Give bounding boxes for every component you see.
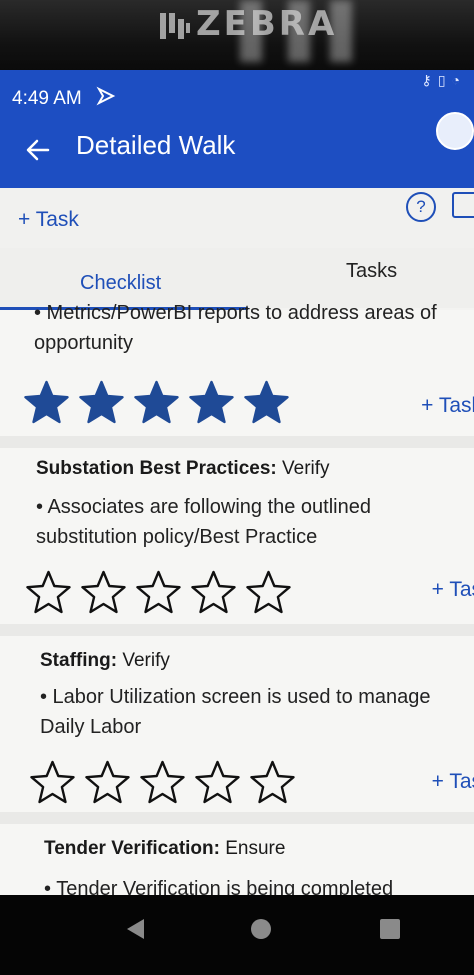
brand-name: ZEBRA [196,4,338,44]
checklist-content: + Task ? Checklist Tasks • Metrics/Power… [0,188,474,900]
page-title: Detailed Walk [76,130,236,160]
status-icons: ⚷▯◔ [422,72,466,89]
item-title: Staffing: Verify [40,650,170,672]
system-nav-bar [0,895,474,975]
add-task-link[interactable]: + Task [421,394,474,418]
nav-back-icon[interactable] [124,917,146,941]
item-description: • Associates are following the outlined … [36,496,371,548]
star-filled-icon[interactable] [134,380,179,425]
add-task-link[interactable]: + Tas [432,578,474,602]
star-outline-icon[interactable] [81,570,126,615]
divider [0,436,474,448]
star-outline-icon[interactable] [140,760,185,805]
star-filled-icon[interactable] [79,380,124,425]
help-icon[interactable]: ? [406,192,436,222]
item-title: Tender Verification: Ensure [44,838,285,860]
star-outline-icon[interactable] [136,570,181,615]
vibrate-icon: ▯ [437,72,452,88]
checklist-item: Substation Best Practices: Verify • Asso… [0,448,474,636]
item-title: Substation Best Practices: Verify [36,458,330,480]
item-title-label: Tender Verification: [44,838,220,859]
star-outline-icon[interactable] [195,760,240,805]
tab-tasks[interactable]: Tasks [346,260,397,283]
item-qualifier: Verify [122,650,170,671]
star-outline-icon[interactable] [246,570,291,615]
add-task-link[interactable]: + Tas [432,770,474,794]
item-title-label: Substation Best Practices: [36,458,277,479]
star-filled-icon[interactable] [24,380,69,425]
star-outline-icon[interactable] [250,760,295,805]
star-rating[interactable] [26,570,291,615]
item-description: • Labor Utilization screen is used to ma… [40,686,431,738]
navigation-icon [96,86,116,106]
tab-checklist[interactable]: Checklist [80,272,161,295]
star-rating[interactable] [24,380,289,425]
status-time: 4:49 AM [12,88,82,109]
nav-home-icon[interactable] [251,919,271,939]
item-qualifier: Ensure [225,838,286,859]
app-bar: 4:49 AM ⚷▯◔ Detailed Walk [0,70,474,188]
checklist-item: Tender Verification: Ensure • Tender Ver… [0,824,474,900]
calendar-icon[interactable] [452,192,474,218]
star-outline-icon[interactable] [30,760,75,805]
nav-recents-icon[interactable] [380,919,400,939]
star-outline-icon[interactable] [26,570,71,615]
item-title-label: Staffing: [40,650,118,671]
brand-logo: ZEBRA [158,4,337,44]
add-task-button[interactable]: + Task [18,208,79,232]
back-arrow-icon[interactable] [24,136,52,164]
divider [0,812,474,824]
zebra-logo-icon [160,12,190,39]
avatar[interactable] [436,112,474,150]
item-description: • Metrics/PowerBI reports to address are… [34,302,437,354]
toolbar: + Task ? [0,188,474,248]
star-rating[interactable] [30,760,295,805]
star-filled-icon[interactable] [244,380,289,425]
star-filled-icon[interactable] [189,380,234,425]
checklist-item: Staffing: Verify • Labor Utilization scr… [0,636,474,822]
key-icon: ⚷ [421,72,438,88]
device-bezel: ZEBRA [0,0,474,75]
divider [0,624,474,636]
star-outline-icon[interactable] [191,570,236,615]
wifi-icon: ◔ [451,72,466,88]
item-qualifier: Verify [282,458,330,479]
star-outline-icon[interactable] [85,760,130,805]
checklist-item: • Metrics/PowerBI reports to address are… [0,302,474,446]
